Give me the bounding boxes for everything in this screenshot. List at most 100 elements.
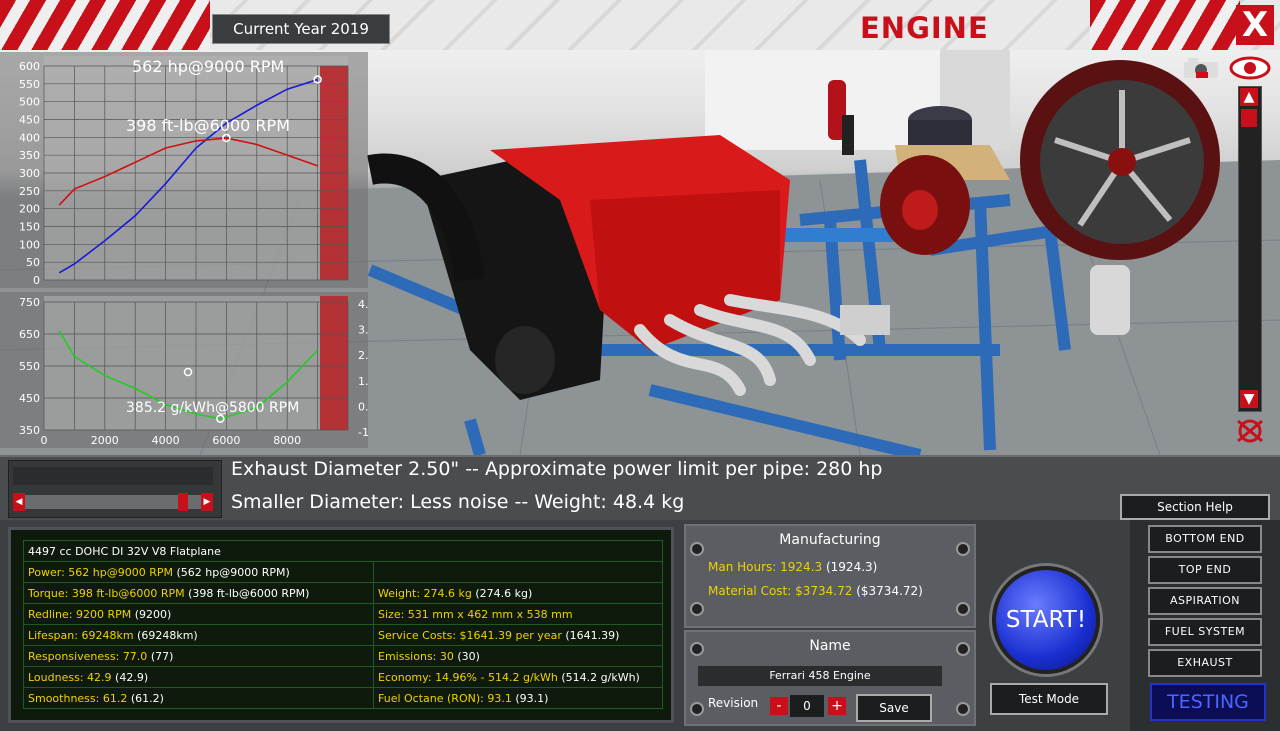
x-tick-label: 0 — [41, 434, 48, 447]
y2-tick-label: -1.0 — [358, 426, 368, 439]
y-tick-label: 750 — [19, 296, 40, 309]
stats-row: Lifespan: 69248km (69248km) Service Costs… — [23, 624, 663, 646]
decorative-stripes-left — [0, 0, 210, 50]
stats-cell-right: Emissions: 30 (30) — [373, 645, 663, 667]
material-cost-row: Material Cost: $3734.72 ($3734.72) — [708, 584, 923, 598]
y-tick-label: 50 — [26, 256, 40, 269]
y-tick-label: 550 — [19, 360, 40, 373]
section-exhaust-button[interactable]: EXHAUST — [1148, 649, 1262, 677]
stat-paren: (77) — [150, 649, 174, 663]
slider-right-button[interactable]: ▶ — [201, 493, 213, 511]
man-hours-paren: (1924.3) — [825, 560, 878, 574]
y-tick-label: 500 — [19, 96, 40, 109]
stat-value: 77.0 — [122, 649, 148, 663]
slider-left-button[interactable]: ◀ — [13, 493, 25, 511]
stat-label: Responsiveness: — [28, 649, 120, 663]
zoom-scrollbar[interactable]: ▲ ▼ — [1238, 86, 1262, 412]
stats-cell-right: Weight: 274.6 kg (274.6 kg) — [373, 582, 663, 604]
redline-zone-economy — [320, 296, 348, 430]
close-button[interactable]: X — [1236, 5, 1274, 45]
engine-stats-panel: 4497 cc DOHC DI 32V V8 Flatplane Power: … — [8, 527, 674, 723]
stat-paren: (514.2 g/kWh) — [561, 670, 640, 684]
section-aspiration-button[interactable]: ASPIRATION — [1148, 587, 1262, 615]
y-tick-label: 450 — [19, 392, 40, 405]
economy-peak-label: 385.2 g/kWh@5800 RPM — [126, 400, 299, 416]
y2-tick-label: 4.0 — [358, 298, 368, 311]
slider-thumb[interactable] — [178, 493, 188, 511]
testing-button[interactable]: TESTING — [1150, 683, 1266, 721]
stats-cell-right: Economy: 14.96% - 514.2 g/kWh (514.2 g/k… — [373, 666, 663, 688]
man-hours-label: Man Hours: — [708, 560, 777, 574]
stat-paren: (562 hp@9000 RPM) — [176, 565, 290, 579]
stat-paren: (69248km) — [137, 628, 198, 642]
stat-label: Torque: — [28, 586, 69, 600]
stats-cell-right: Size: 531 mm x 462 mm x 538 mm — [373, 603, 663, 625]
test-mode-button[interactable]: Test Mode — [990, 683, 1108, 715]
stat-paren: (398 ft-lb@6000 RPM) — [188, 586, 310, 600]
revision-plus-button[interactable]: + — [828, 697, 846, 715]
stat-value: 42.9 — [87, 670, 112, 684]
stat-paren: (274.6 kg) — [475, 586, 533, 600]
y-tick-label: 350 — [19, 149, 40, 162]
stat-paren: (1641.39) — [565, 628, 620, 642]
stat-value: 9200 RPM — [75, 607, 132, 621]
current-year-label: Current Year 2019 — [212, 14, 390, 44]
section-bottom-end-button[interactable]: BOTTOM END — [1148, 525, 1262, 553]
name-panel: Name Ferrari 458 Engine Revision - 0 + S… — [684, 630, 976, 726]
stat-value: 274.6 kg — [423, 586, 472, 600]
stat-paren: (61.2) — [130, 691, 164, 705]
stats-row: Power: 562 hp@9000 RPM (562 hp@9000 RPM) — [23, 561, 663, 583]
section-help-button[interactable]: Section Help — [1120, 494, 1270, 520]
revision-label: Revision — [708, 696, 759, 710]
stat-paren: (9200) — [134, 607, 172, 621]
exhaust-diameter-slider[interactable]: ◀ ▶ — [13, 493, 213, 511]
man-hours-value: 1924.3 — [780, 560, 823, 574]
part-slider-box[interactable]: ◀ ▶ — [8, 460, 222, 518]
stats-row: Responsiveness: 77.0 (77) Emissions: 30 (… — [23, 645, 663, 667]
stat-label: Lifespan: — [28, 628, 78, 642]
camera-icon[interactable] — [1182, 56, 1222, 80]
y2-tick-label: 0.0 — [358, 400, 368, 413]
stats-cell-left: Redline: 9200 RPM (9200) — [23, 603, 374, 625]
stat-label: Fuel Octane (RON): — [378, 691, 484, 705]
y-tick-label: 550 — [19, 78, 40, 91]
engine-spec-header: 4497 cc DOHC DI 32V V8 Flatplane — [23, 540, 663, 562]
y2-tick-label: 2.0 — [358, 349, 368, 362]
stat-label: Loudness: — [28, 670, 84, 684]
part-info-line-1: Exhaust Diameter 2.50" -- Approximate po… — [231, 458, 883, 480]
y-tick-label: 450 — [19, 114, 40, 127]
stats-row: Torque: 398 ft-lb@6000 RPM (398 ft-lb@60… — [23, 582, 663, 604]
stats-cell-left: Smoothness: 61.2 (61.2) — [23, 687, 374, 709]
x-tick-label: 8000 — [273, 434, 301, 447]
scroll-thumb[interactable] — [1241, 109, 1257, 127]
stat-value: 69248km — [81, 628, 134, 642]
stat-label: Power: — [28, 565, 65, 579]
reset-view-icon[interactable] — [1232, 418, 1268, 444]
manufacturing-title: Manufacturing — [779, 532, 881, 548]
engine-name-field[interactable]: Ferrari 458 Engine — [698, 666, 942, 686]
y-tick-label: 100 — [19, 238, 40, 251]
manufacturing-panel: Manufacturing Man Hours: 1924.3 (1924.3)… — [684, 524, 976, 628]
revision-minus-button[interactable]: - — [770, 697, 788, 715]
stats-cell-right: Fuel Octane (RON): 93.1 (93.1) — [373, 687, 663, 709]
scroll-down-button[interactable]: ▼ — [1240, 390, 1258, 408]
scroll-up-button[interactable]: ▲ — [1240, 88, 1258, 106]
section-top-end-button[interactable]: TOP END — [1148, 556, 1262, 584]
engine-stats-table: 4497 cc DOHC DI 32V V8 Flatplane Power: … — [23, 540, 663, 709]
stat-value: 398 ft-lb@6000 RPM — [71, 586, 185, 600]
section-fuel-system-button[interactable]: FUEL SYSTEM — [1148, 618, 1262, 646]
stat-value: 93.1 — [487, 691, 512, 705]
start-button[interactable]: START! — [992, 566, 1100, 674]
stats-cell-right: Service Costs: $1641.39 per year (1641.3… — [373, 624, 663, 646]
stats-cell-left: Torque: 398 ft-lb@6000 RPM (398 ft-lb@60… — [23, 582, 374, 604]
stat-label: Size: — [378, 607, 405, 621]
stat-value: 531 mm x 462 mm x 538 mm — [407, 607, 573, 621]
eye-icon[interactable] — [1228, 56, 1272, 80]
material-cost-label: Material Cost: — [708, 584, 792, 598]
torque-peak-label: 398 ft-lb@6000 RPM — [126, 116, 290, 135]
save-button[interactable]: Save — [856, 694, 932, 722]
stats-row: Loudness: 42.9 (42.9) Economy: 14.96% - 5… — [23, 666, 663, 688]
stats-row: Smoothness: 61.2 (61.2) Fuel Octane (RON)… — [23, 687, 663, 709]
y-tick-label: 600 — [19, 60, 40, 73]
y-tick-label: 150 — [19, 221, 40, 234]
